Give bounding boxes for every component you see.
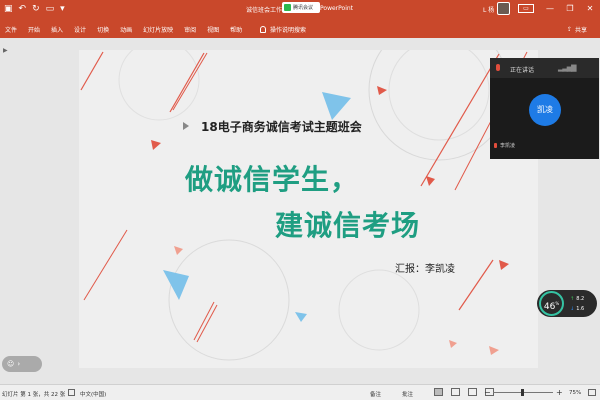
app-name: PowerPoint [320,5,354,12]
language-indicator[interactable]: 中文(中国) [80,390,106,398]
minimize-icon[interactable]: — [540,0,560,19]
microphone-icon [496,64,500,71]
slide-reporter: 汇报：李凯凌 [395,264,455,275]
download-value: 1.6 [576,306,585,312]
zoom-level[interactable]: 75% [569,390,581,396]
zoom-in-icon[interactable]: + [556,388,563,397]
tell-me-label: 操作说明搜索 [270,27,307,34]
user-name[interactable]: L 杨 [483,5,494,14]
speaking-label: 正在讲话 [510,67,535,74]
slide-counter: 幻灯片 第 1 张，共 22 张 [2,392,66,398]
slide-canvas[interactable]: 18电子商务诚信考试主题班会 做诚信学生， 建诚信考场 汇报：李凯凌 [79,50,538,368]
upload-value: 8.2 [576,296,585,302]
expand-chevron-icon: › [17,360,21,368]
floating-toggle[interactable]: ☺ › [2,356,42,372]
tab-insert[interactable]: 插入 [51,25,63,34]
present-icon[interactable]: ▭ [46,3,55,15]
window-controls: ▭ — ❐ ✕ [518,0,600,19]
zoom-out-icon[interactable]: − [484,388,491,397]
tell-me-search[interactable]: 操作说明搜索 [260,25,306,34]
signal-bars-icon: ▂▃▅▇ [558,64,577,72]
undo-icon[interactable]: ↶ [19,3,27,15]
ribbon-tabs: 文件 开始 插入 设计 切换 动画 幻灯片放映 审阅 视图 帮助 操作说明搜索 … [0,19,600,38]
user-group-icon: ☺ [7,360,15,368]
tab-slideshow[interactable]: 幻灯片放映 [143,25,173,34]
upload-speed: ↑ 8.2 [570,296,584,302]
ribbon-display-icon[interactable]: ▭ [518,4,534,13]
meeting-badge[interactable]: 腾讯会议 [282,2,320,13]
expand-thumbnails-icon[interactable]: ▶ [3,47,8,54]
redo-icon[interactable]: ↻ [32,3,40,15]
upload-arrow-icon: ↑ [570,296,575,302]
slide-headline-line2: 建诚信考场 [275,209,421,242]
lightbulb-icon [260,26,266,33]
microphone-icon [494,143,497,148]
participant-name: 李凯凌 [500,143,516,149]
close-icon[interactable]: ✕ [580,0,600,19]
comments-button[interactable]: 批注 [402,390,413,398]
performance-widget[interactable]: 46% ↑ 8.2 ↓ 1.6 [537,290,597,317]
cpu-percent: 46 [543,302,556,312]
notes-button[interactable]: 备注 [370,390,381,398]
normal-view-icon[interactable] [434,388,443,396]
slide-subject: 18电子商务诚信考试主题班会 [201,120,362,134]
restore-icon[interactable]: ❐ [560,0,580,19]
download-speed: ↓ 1.6 [570,306,584,312]
share-label: 共享 [575,27,588,34]
download-arrow-icon: ↓ [570,306,575,312]
participant-name-tag: 李凯凌 [494,142,515,149]
meeting-video-panel[interactable]: 正在讲话 ▂▃▅▇ 凯凌 李凯凌 [490,58,599,159]
speaking-header: 正在讲话 ▂▃▅▇ [490,58,599,78]
tab-file[interactable]: 文件 [5,25,17,34]
tab-view[interactable]: 视图 [207,25,219,34]
quick-access-toolbar: ▣ ↶ ↻ ▭ ▾ [4,3,65,15]
reading-view-icon[interactable] [468,388,477,396]
share-icon: ⇪ [567,26,573,33]
tab-transitions[interactable]: 切换 [97,25,109,34]
status-bar: 幻灯片 第 1 张，共 22 张 中文(中国) 备注 批注 − + 75% [0,384,600,400]
zoom-slider-knob[interactable] [521,389,524,396]
avatar[interactable] [497,2,510,15]
share-button[interactable]: ⇪ 共享 [567,25,587,34]
tab-home[interactable]: 开始 [28,25,40,34]
meeting-label: 腾讯会议 [293,5,314,11]
meeting-icon [284,4,291,11]
bullet-arrow-icon [183,122,189,130]
customize-icon[interactable]: ▾ [60,3,65,15]
slide-sorter-icon[interactable] [451,388,460,396]
fit-to-window-icon[interactable] [588,389,596,396]
tab-animations[interactable]: 动画 [120,25,132,34]
participant-avatar[interactable]: 凯凌 [529,94,561,126]
title-bar: ▣ ↶ ↻ ▭ ▾ 诚信班会工作... 腾讯会议 PowerPoint L 杨 … [0,0,600,19]
tab-design[interactable]: 设计 [74,25,86,34]
tab-review[interactable]: 审阅 [184,25,196,34]
tab-list: 文件 开始 插入 设计 切换 动画 幻灯片放映 审阅 视图 帮助 [5,25,242,34]
tab-help[interactable]: 帮助 [230,25,242,34]
thumbnail-pane-collapsed: ▶ [0,38,14,384]
cpu-gauge: 46% [539,291,564,316]
slide-headline-line1: 做诚信学生， [185,163,360,196]
spellcheck-icon[interactable] [68,389,75,396]
save-icon[interactable]: ▣ [4,3,13,15]
